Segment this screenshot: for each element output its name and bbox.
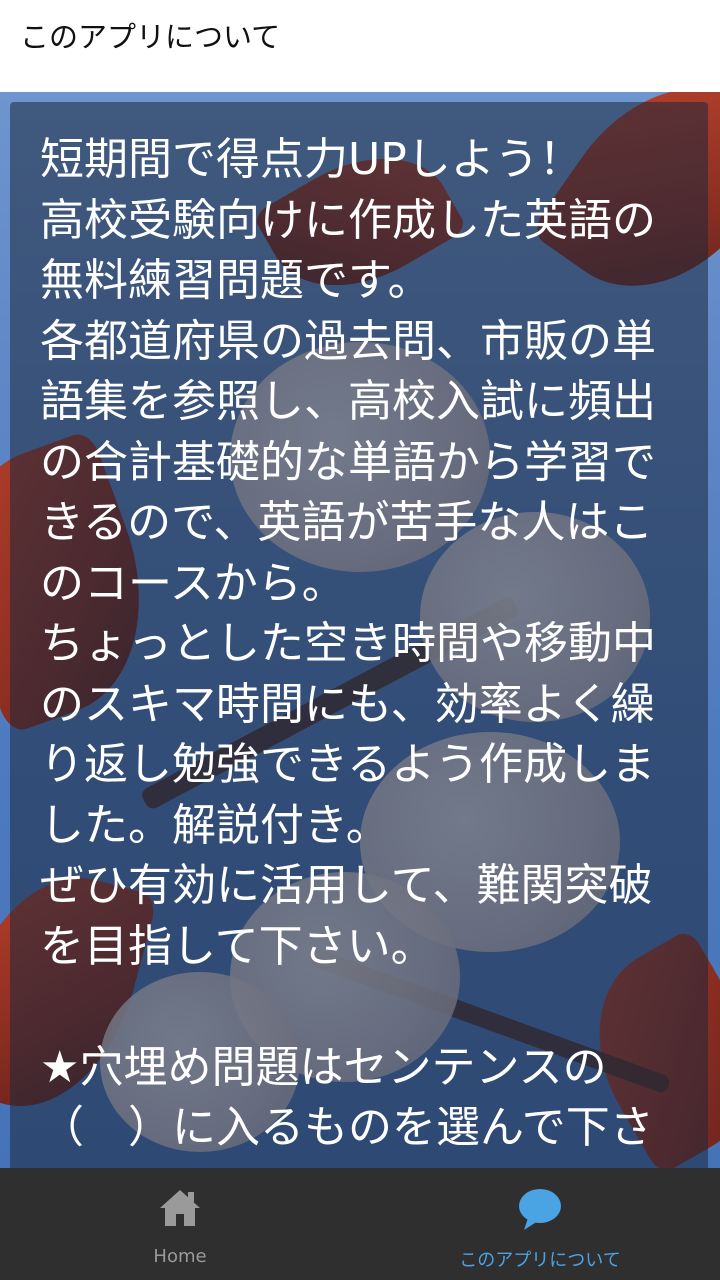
bottom-navigation: Home このアプリについて [0,1168,720,1280]
nav-item-home[interactable]: Home [0,1168,360,1280]
description-card: 短期間で得点力UPしよう！ 高校受験向けに作成した英語の 無料練習問題です。 各… [10,102,708,1168]
app-header: このアプリについて [0,0,720,92]
nav-label-home: Home [153,1246,207,1267]
app-description: 短期間で得点力UPしよう！ 高校受験向けに作成した英語の 無料練習問題です。 各… [40,134,656,1168]
page-title: このアプリについて [20,20,281,54]
background-image: 短期間で得点力UPしよう！ 高校受験向けに作成した英語の 無料練習問題です。 各… [0,92,720,1168]
nav-label-about: このアプリについて [459,1250,621,1271]
nav-item-about[interactable]: このアプリについて [360,1168,720,1280]
chat-bubble-icon [516,1186,564,1236]
home-icon [158,1186,202,1234]
